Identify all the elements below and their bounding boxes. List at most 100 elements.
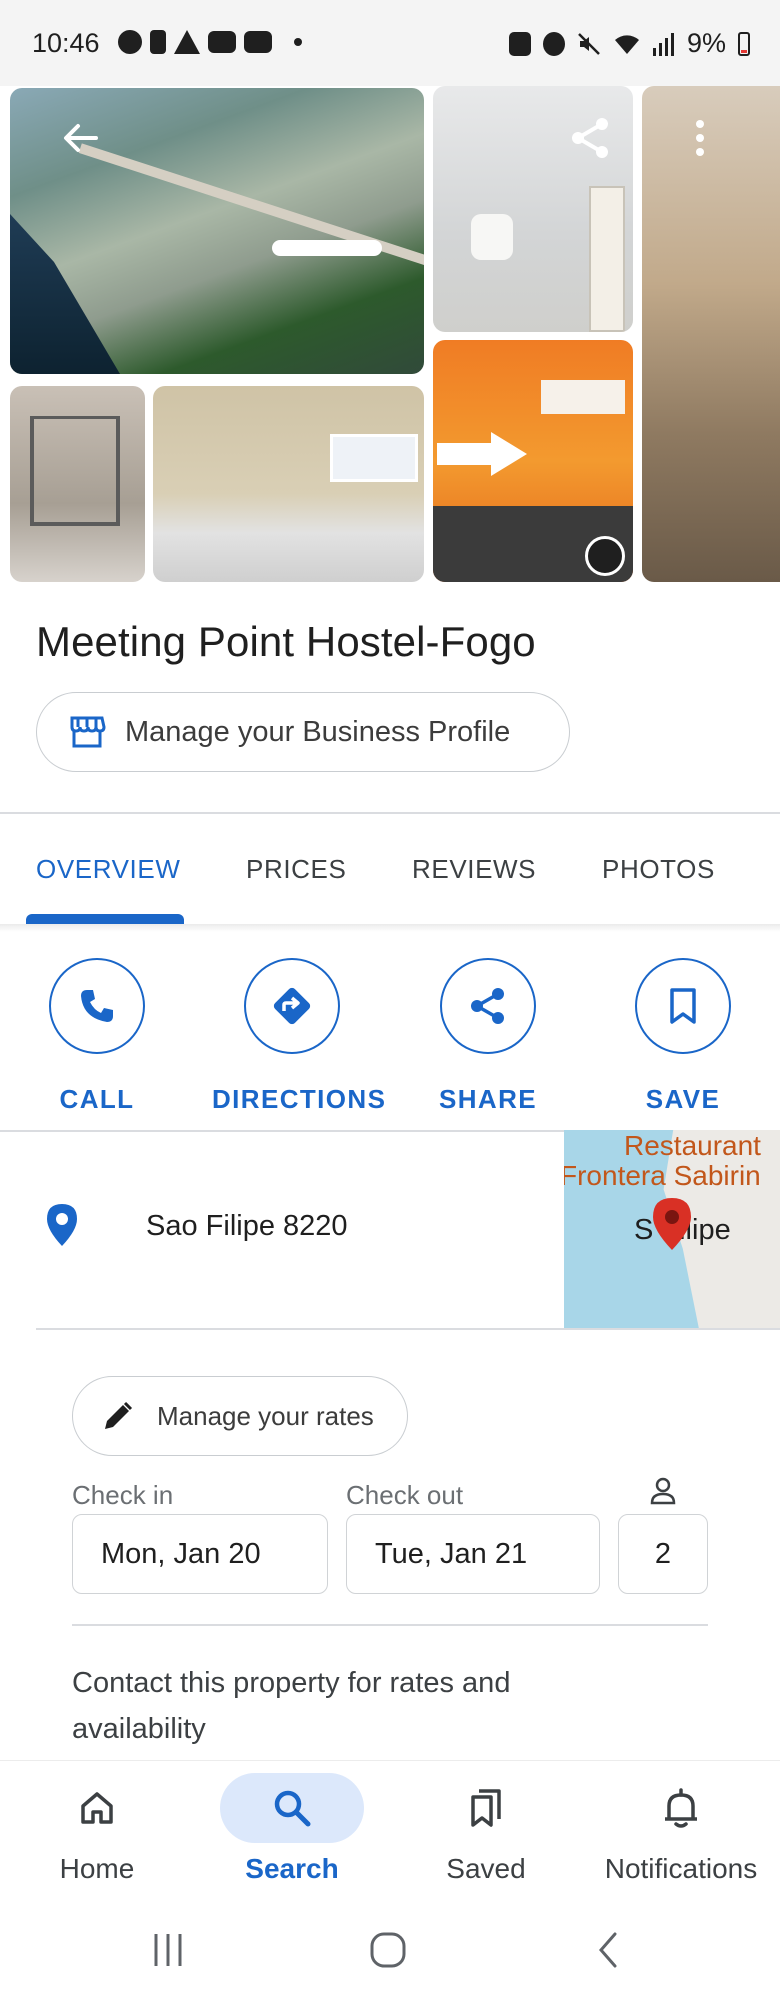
nav-saved[interactable]: Saved <box>391 1773 581 1885</box>
check-out-label: Check out <box>346 1480 464 1510</box>
home-icon <box>81 1792 113 1824</box>
nav-home-icon-wrap <box>25 1773 169 1843</box>
tab-prices[interactable]: PRICES <box>246 854 346 885</box>
more-notifications-dot <box>294 38 302 46</box>
share-button[interactable]: SHARE <box>408 958 568 1115</box>
check-in-value: Mon, Jan 20 <box>101 1537 261 1570</box>
manage-business-profile-button[interactable]: Manage your Business Profile <box>36 692 570 772</box>
address-text: Sao Filipe 8220 <box>146 1210 348 1242</box>
check-out-value: Tue, Jan 21 <box>375 1537 528 1570</box>
nav-home[interactable]: Home <box>2 1773 192 1885</box>
youtube-icon <box>208 31 236 53</box>
place-title: Meeting Point Hostel-Fogo <box>36 618 536 665</box>
nav-saved-label: Saved <box>446 1853 526 1884</box>
photo-collage[interactable] <box>0 86 780 586</box>
guests-value: 2 <box>654 1537 672 1570</box>
pencil-icon <box>105 1401 133 1429</box>
mute-icon <box>578 32 600 55</box>
tab-overview[interactable]: OVERVIEW <box>36 854 180 885</box>
photo-bunk-frame <box>30 416 120 526</box>
warning-icon <box>174 30 200 54</box>
photo-toilet <box>471 214 513 260</box>
back-arrow-icon <box>64 124 98 152</box>
photo-badge <box>585 536 625 576</box>
manage-business-profile-label: Manage your Business Profile <box>125 715 511 748</box>
share-label: SHARE <box>438 1084 537 1114</box>
status-time: 10:46 <box>32 28 100 58</box>
check-out-field[interactable]: Tue, Jan 21 <box>346 1514 600 1594</box>
saved-icon <box>471 1789 501 1827</box>
nav-notifications[interactable]: Notifications <box>586 1773 776 1885</box>
manage-rates-button[interactable]: Manage your rates <box>72 1376 408 1456</box>
storefront-icon <box>70 716 106 748</box>
save-button[interactable]: SAVE <box>603 958 763 1115</box>
alarm-icon <box>542 31 565 56</box>
more-vert-icon <box>696 120 704 156</box>
nav-home-label: Home <box>59 1853 135 1884</box>
photo-sea <box>10 214 120 374</box>
check-in-field[interactable]: Mon, Jan 20 <box>72 1514 328 1594</box>
photo-building[interactable] <box>433 340 633 582</box>
directions-button[interactable]: DIRECTIONS <box>212 958 387 1115</box>
system-status-icons: 9% <box>508 28 750 59</box>
map-label-restaurant: Restaurant <box>624 1130 761 1161</box>
notification-icons <box>118 30 302 54</box>
battery-icon <box>738 31 750 56</box>
back-button[interactable] <box>52 110 108 166</box>
share-circle <box>440 958 536 1054</box>
guests-icon <box>650 1477 676 1505</box>
location-pin-icon <box>47 1204 77 1246</box>
share-icon <box>572 118 608 158</box>
recent-apps-button[interactable] <box>138 1928 198 1972</box>
photo-map-tag <box>272 240 382 256</box>
photo-arrow <box>437 432 527 476</box>
share-top-button[interactable] <box>562 110 618 166</box>
address-row[interactable]: Sao Filipe 8220 Restaurant Frontera Sabi… <box>0 1130 780 1328</box>
save-label: SAVE <box>645 1084 721 1114</box>
nav-notifications-icon-wrap <box>609 1773 753 1843</box>
back-system-button[interactable] <box>578 1928 638 1972</box>
divider <box>36 1328 780 1330</box>
share-icon <box>471 988 504 1024</box>
nav-saved-icon-wrap <box>414 1773 558 1843</box>
search-icon <box>274 1790 311 1827</box>
back-chevron-icon <box>599 1932 617 1968</box>
wifi-icon <box>614 34 639 54</box>
directions-circle <box>244 958 340 1054</box>
home-system-button[interactable] <box>358 1928 418 1972</box>
contact-for-rates-text: Contact this property for rates and avai… <box>72 1667 511 1745</box>
more-options-button[interactable] <box>682 110 718 166</box>
tab-bar: OVERVIEW PRICES REVIEWS PHOTOS <box>0 814 780 924</box>
home-circle-icon <box>370 1932 406 1968</box>
check-in-label: Check in <box>72 1480 174 1510</box>
youtube-icon-2 <box>244 31 272 53</box>
directions-icon <box>273 987 311 1025</box>
call-label: CALL <box>59 1084 135 1114</box>
guests-field[interactable]: 2 <box>618 1514 708 1594</box>
photo-window <box>330 434 418 482</box>
call-button[interactable]: CALL <box>17 958 177 1115</box>
bottom-navigation: Home Search Saved Notifications <box>0 1760 780 1900</box>
tab-active-indicator <box>26 914 184 924</box>
system-navigation-bar <box>0 1900 780 2000</box>
nav-search[interactable]: Search <box>197 1773 387 1885</box>
tab-bar-shadow <box>0 924 780 932</box>
nav-search-label: Search <box>245 1853 339 1884</box>
photo-bunk-room[interactable] <box>10 386 145 582</box>
directions-label: DIRECTIONS <box>212 1084 387 1114</box>
call-circle <box>49 958 145 1054</box>
divider <box>72 1624 708 1626</box>
photo-empty-room[interactable] <box>153 386 424 582</box>
map-thumbnail[interactable]: Restaurant Frontera Sabirin S Filipe <box>564 1130 780 1328</box>
bell-icon <box>665 1788 697 1828</box>
bookmark-icon <box>670 988 696 1024</box>
photo-balcony <box>541 380 625 414</box>
tab-photos[interactable]: PHOTOS <box>602 854 715 885</box>
save-circle <box>635 958 731 1054</box>
battery-percent: 9% <box>686 28 726 58</box>
recent-apps-icon <box>154 1934 182 1966</box>
map-label-restaurant-name: Frontera Sabirin <box>564 1160 761 1191</box>
photo-door <box>589 186 625 332</box>
tab-reviews[interactable]: REVIEWS <box>412 854 536 885</box>
manage-rates-label: Manage your rates <box>157 1400 374 1431</box>
